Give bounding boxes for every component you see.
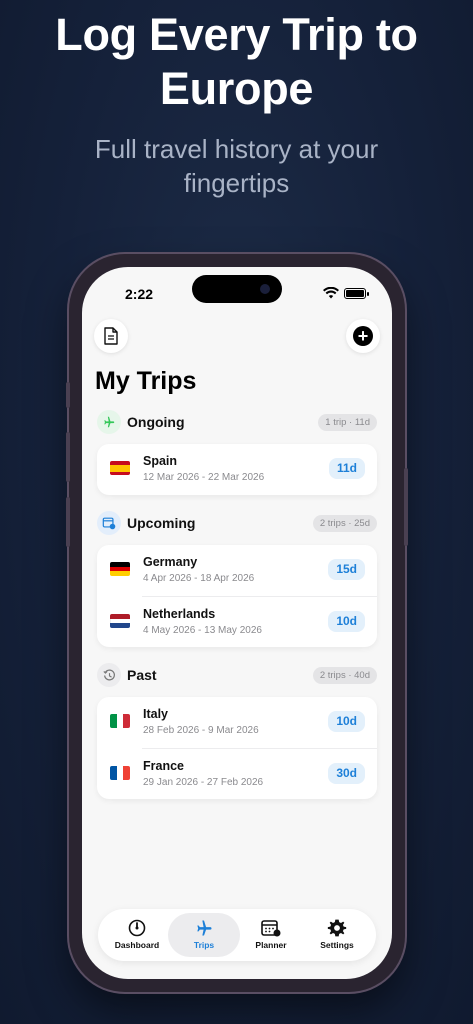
trip-days-badge: 15d bbox=[328, 559, 365, 580]
trip-dates: 29 Jan 2026 - 27 Feb 2026 bbox=[143, 777, 264, 788]
tab-label: Dashboard bbox=[114, 940, 160, 950]
battery-icon bbox=[344, 287, 369, 299]
tab-label: Settings bbox=[320, 940, 354, 950]
promo-subhead-line2: fingertips bbox=[183, 168, 290, 198]
plus-icon: + bbox=[353, 326, 373, 346]
trip-row-france[interactable]: France 29 Jan 2026 - 27 Feb 2026 30d bbox=[110, 748, 377, 799]
trip-dates: 4 Apr 2026 - 18 Apr 2026 bbox=[143, 573, 255, 584]
trip-card-upcoming: Germany 4 Apr 2026 - 18 Apr 2026 15d Net… bbox=[97, 545, 377, 647]
tab-bar: Dashboard Trips Planner Settings bbox=[98, 909, 376, 961]
trip-country: Spain bbox=[143, 454, 178, 468]
promo-headline: Log Every Trip to Europe bbox=[0, 8, 473, 116]
status-icons bbox=[323, 287, 369, 299]
trip-days-badge: 10d bbox=[328, 611, 365, 632]
flag-france-icon bbox=[110, 766, 130, 780]
tab-trips[interactable]: Trips bbox=[168, 913, 240, 957]
trip-country: France bbox=[143, 759, 184, 773]
phone-power-button bbox=[404, 468, 408, 546]
trip-days-badge: 11d bbox=[328, 458, 365, 479]
flag-germany-icon bbox=[110, 562, 130, 576]
status-time: 2:22 bbox=[125, 286, 154, 302]
section-upcoming-header: Upcoming 2 trips · 25d bbox=[97, 511, 377, 535]
section-label: Ongoing bbox=[127, 414, 185, 430]
section-label: Past bbox=[127, 667, 157, 683]
section-past-header: Past 2 trips · 40d bbox=[97, 663, 377, 687]
trip-card-ongoing: Spain 12 Mar 2026 - 22 Mar 2026 11d bbox=[97, 444, 377, 495]
trip-card-past: Italy 28 Feb 2026 - 9 Mar 2026 10d Franc… bbox=[97, 697, 377, 799]
tab-settings[interactable]: Settings bbox=[304, 913, 370, 957]
document-icon bbox=[104, 327, 118, 345]
flag-italy-icon bbox=[110, 714, 130, 728]
trip-row-germany[interactable]: Germany 4 Apr 2026 - 18 Apr 2026 15d bbox=[97, 545, 377, 596]
phone-volume-up bbox=[66, 432, 70, 482]
section-ongoing-header: Ongoing 1 trip · 11d bbox=[97, 410, 377, 434]
trip-country: Netherlands bbox=[143, 607, 216, 621]
calendar-icon bbox=[238, 917, 304, 939]
tab-dashboard[interactable]: Dashboard bbox=[104, 913, 170, 957]
section-count-badge: 1 trip · 11d bbox=[318, 414, 377, 431]
promo-headline-line2: Europe bbox=[159, 63, 314, 114]
promo-subhead-line1: Full travel history at your bbox=[94, 134, 379, 164]
trip-row-spain[interactable]: Spain 12 Mar 2026 - 22 Mar 2026 11d bbox=[97, 444, 377, 495]
flag-spain-icon bbox=[110, 461, 130, 475]
trip-country: Italy bbox=[143, 707, 169, 721]
history-icon bbox=[97, 663, 121, 687]
gauge-icon bbox=[104, 917, 170, 939]
trip-row-netherlands[interactable]: Netherlands 4 May 2026 - 13 May 2026 10d bbox=[110, 596, 377, 647]
phone-action-button bbox=[66, 382, 70, 408]
trip-dates: 28 Feb 2026 - 9 Mar 2026 bbox=[143, 725, 259, 736]
trip-country: Germany bbox=[143, 555, 198, 569]
trip-days-badge: 30d bbox=[328, 763, 365, 784]
export-document-button[interactable] bbox=[94, 319, 128, 353]
gear-icon bbox=[304, 917, 370, 939]
dynamic-island bbox=[192, 275, 282, 303]
camera-icon bbox=[260, 284, 270, 294]
promo-headline-line1: Log Every Trip to bbox=[55, 9, 418, 60]
app-screen: 2:22 + My Trips Ongoing 1 trip · 11d Spa… bbox=[82, 267, 392, 979]
wifi-icon bbox=[323, 287, 339, 299]
airplane-icon bbox=[97, 410, 121, 434]
section-label: Upcoming bbox=[127, 515, 196, 531]
trip-days-badge: 10d bbox=[328, 711, 365, 732]
tab-planner[interactable]: Planner bbox=[238, 913, 304, 957]
airplane-icon bbox=[168, 917, 240, 939]
add-trip-button[interactable]: + bbox=[346, 319, 380, 353]
flag-netherlands-icon bbox=[110, 614, 130, 628]
calendar-clock-icon bbox=[97, 511, 121, 535]
promo-subhead: Full travel history at your fingertips bbox=[0, 132, 473, 200]
tab-label: Trips bbox=[193, 940, 215, 950]
section-count-badge: 2 trips · 25d bbox=[312, 515, 377, 532]
trip-dates: 4 May 2026 - 13 May 2026 bbox=[143, 625, 262, 636]
page-title: My Trips bbox=[95, 367, 197, 395]
phone-volume-down bbox=[66, 497, 70, 547]
trip-dates: 12 Mar 2026 - 22 Mar 2026 bbox=[143, 472, 265, 483]
tab-label: Planner bbox=[255, 940, 287, 950]
section-count-badge: 2 trips · 40d bbox=[312, 667, 377, 684]
trip-row-italy[interactable]: Italy 28 Feb 2026 - 9 Mar 2026 10d bbox=[97, 697, 377, 748]
